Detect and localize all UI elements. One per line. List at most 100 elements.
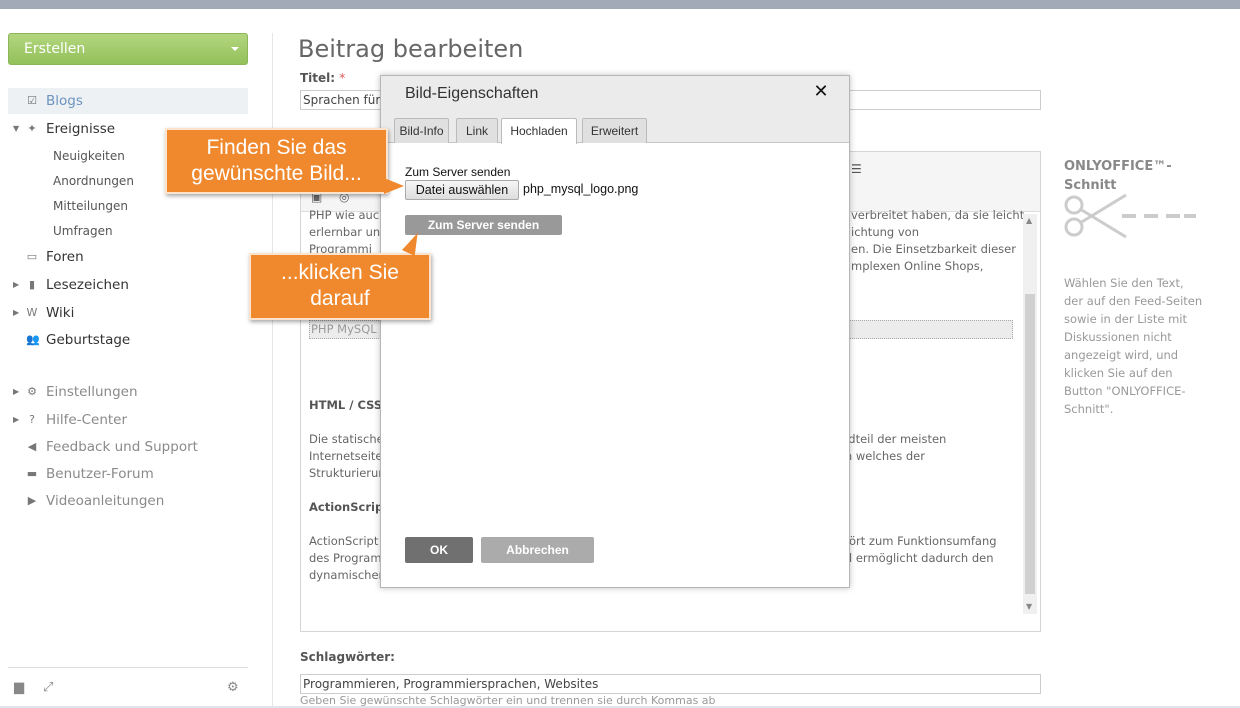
sidebar-item-label: Ereignisse [46, 121, 116, 137]
editor-line: Strukturierur [309, 466, 384, 480]
editor-line: m welches der [841, 449, 925, 463]
sidebar-item-label: Foren [46, 249, 84, 265]
callout-line: ...klicken Sie [281, 261, 399, 284]
sidebar-item-hilfe-center[interactable]: ▶ ? Hilfe-Center [8, 407, 248, 433]
dialog-header: Bild-Eigenschaften ✕ Bild-Info Link Hoch… [381, 76, 849, 144]
send-to-server-button[interactable]: Zum Server senden [405, 215, 562, 235]
sidebar-item-label: Benutzer-Forum [46, 466, 154, 482]
sidebar-item-benutzer-forum[interactable]: ▬ Benutzer-Forum [8, 461, 248, 487]
tab-bild-info[interactable]: Bild-Info [394, 118, 449, 143]
gear-icon[interactable]: ⚙ [227, 680, 239, 695]
sidebar-subitem-mitteilungen[interactable]: Mitteilungen [53, 196, 128, 216]
tags-label: Schlagwörter: [300, 650, 395, 664]
bookmark-icon: ▮ [28, 278, 36, 291]
callout-find-image: Finden Sie das gewünschte Bild... [165, 128, 388, 194]
scissors-icon[interactable] [1064, 193, 1198, 243]
sidebar-item-foren[interactable]: ▭ Foren [8, 244, 248, 270]
callout-line: darauf [310, 287, 370, 310]
chevron-right-icon[interactable]: ▶ [13, 407, 19, 433]
chevron-right-icon[interactable]: ▶ [13, 272, 19, 298]
editor-heading: ActionScript [309, 500, 389, 514]
editor-line: ndteil der meisten [841, 432, 947, 446]
edit-icon: ☑ [27, 94, 37, 107]
editor-line: des Program [309, 551, 382, 565]
sidebar-item-wiki[interactable]: ▶ W Wiki [8, 300, 248, 326]
sidebar-item-lesezeichen[interactable]: ▶ ▮ Lesezeichen [8, 272, 248, 298]
people-icon: 👥 [26, 333, 40, 346]
image-properties-dialog: Bild-Eigenschaften ✕ Bild-Info Link Hoch… [380, 75, 850, 588]
callout-click-it: ...klicken Sie darauf [249, 253, 431, 320]
editor-line: erlernbar un [309, 225, 381, 239]
sidebar-item-label: Blogs [46, 93, 83, 109]
editor-line: ört zum Funktionsumfang [849, 534, 997, 548]
sidebar-subitem-anordnungen[interactable]: Anordnungen [53, 171, 134, 191]
scrollbar-thumb[interactable] [1025, 294, 1035, 594]
upload-label: Zum Server senden [405, 165, 511, 179]
tab-hochladen[interactable]: Hochladen [501, 118, 577, 144]
chat-icon[interactable]: ▆ [14, 680, 24, 695]
title-label-text: Titel: [300, 71, 336, 85]
megaphone-icon: ◀ [27, 440, 37, 453]
editor-scrollbar[interactable]: ▲ ▼ [1023, 214, 1037, 614]
chat-icon: ▬ [26, 467, 38, 480]
sidebar-item-label: Einstellungen [46, 384, 138, 400]
sidebar-item-label: Videoanleitungen [46, 493, 165, 509]
sidebar-item-einstellungen[interactable]: ▶ ⚙ Einstellungen [8, 379, 248, 405]
sidebar-subitem-umfragen[interactable]: Umfragen [53, 221, 113, 241]
close-icon[interactable]: ✕ [811, 82, 831, 102]
sidebar-item-videoanleitungen[interactable]: ▶ Videoanleitungen [8, 488, 248, 514]
onlyoffice-cut-title: ONLYOFFICE™-Schnitt [1064, 159, 1172, 193]
editor-line: PHP wie auch [309, 208, 387, 222]
scroll-up-icon[interactable]: ▲ [1026, 216, 1032, 225]
chevron-down-icon[interactable]: ▼ [13, 116, 19, 142]
cancel-button[interactable]: Abbrechen [481, 537, 594, 563]
forum-icon: ▭ [26, 250, 38, 263]
editor-line: ActionScript [309, 534, 379, 548]
ok-button[interactable]: OK [405, 537, 473, 563]
editor-heading: HTML / CSS [309, 398, 383, 412]
sidebar-item-geburtstage[interactable]: 👥 Geburtstage [8, 327, 248, 353]
tags-input[interactable]: Programmieren, Programmiersprachen, Webs… [300, 674, 1041, 694]
create-button-label: Erstellen [24, 41, 86, 57]
video-icon: ▶ [27, 494, 37, 507]
wiki-icon: W [26, 306, 38, 319]
page-title: Beitrag bearbeiten [298, 35, 524, 63]
dialog-title: Bild-Eigenschaften [405, 85, 539, 102]
pin-icon: ✦ [27, 122, 37, 135]
sidebar-item-label: Geburtstage [46, 332, 131, 348]
chevron-right-icon[interactable]: ▶ [13, 379, 19, 405]
top-bar [0, 0, 1240, 9]
editor-line: en. Die Einsetzbarkeit dieser [851, 242, 1016, 256]
tab-link[interactable]: Link [456, 118, 498, 143]
gear-icon: ⚙ [27, 385, 37, 398]
editor-line: Internetseite [309, 449, 383, 463]
sidebar-divider [8, 667, 248, 668]
tab-erweitert[interactable]: Erweitert [582, 118, 647, 143]
editor-line: l ermöglicht dadurch den [849, 551, 994, 565]
help-icon: ? [29, 413, 35, 426]
create-button[interactable]: Erstellen [8, 33, 248, 65]
sidebar-item-feedback[interactable]: ◀ Feedback und Support [8, 434, 248, 460]
choose-file-button[interactable]: Datei auswählen [405, 180, 519, 200]
editor-line: verbreitet haben, da sie leicht [851, 208, 1025, 222]
title-label: Titel: * [300, 71, 345, 85]
required-marker: * [339, 71, 346, 85]
callout-pointer [384, 178, 404, 194]
expand-icon[interactable]: ⤢ [43, 680, 53, 695]
sidebar-item-label: Feedback und Support [46, 439, 198, 455]
sidebar-item-label: Wiki [46, 305, 75, 321]
sidebar-subitem-neuigkeiten[interactable]: Neuigkeiten [53, 146, 125, 166]
editor-line: dynamischer [309, 568, 384, 582]
bulleted-list-icon[interactable]: ☰ [851, 162, 862, 176]
chevron-down-icon [231, 47, 239, 51]
callout-line: Finden Sie das [206, 136, 347, 159]
editor-line: mplexen Online Shops, [851, 259, 984, 273]
sidebar-item-blogs[interactable]: ☑ Blogs [8, 88, 248, 114]
sidebar-item-label: Lesezeichen [46, 277, 129, 293]
sidebar-item-label: Hilfe-Center [46, 412, 128, 428]
chevron-right-icon[interactable]: ▶ [13, 300, 19, 326]
editor-line: ichtung von [851, 225, 919, 239]
onlyoffice-cut-description: Wählen Sie den Text, der auf den Feed-Se… [1064, 276, 1203, 416]
scroll-down-icon[interactable]: ▼ [1026, 602, 1032, 611]
editor-line: Die statische [309, 432, 384, 446]
